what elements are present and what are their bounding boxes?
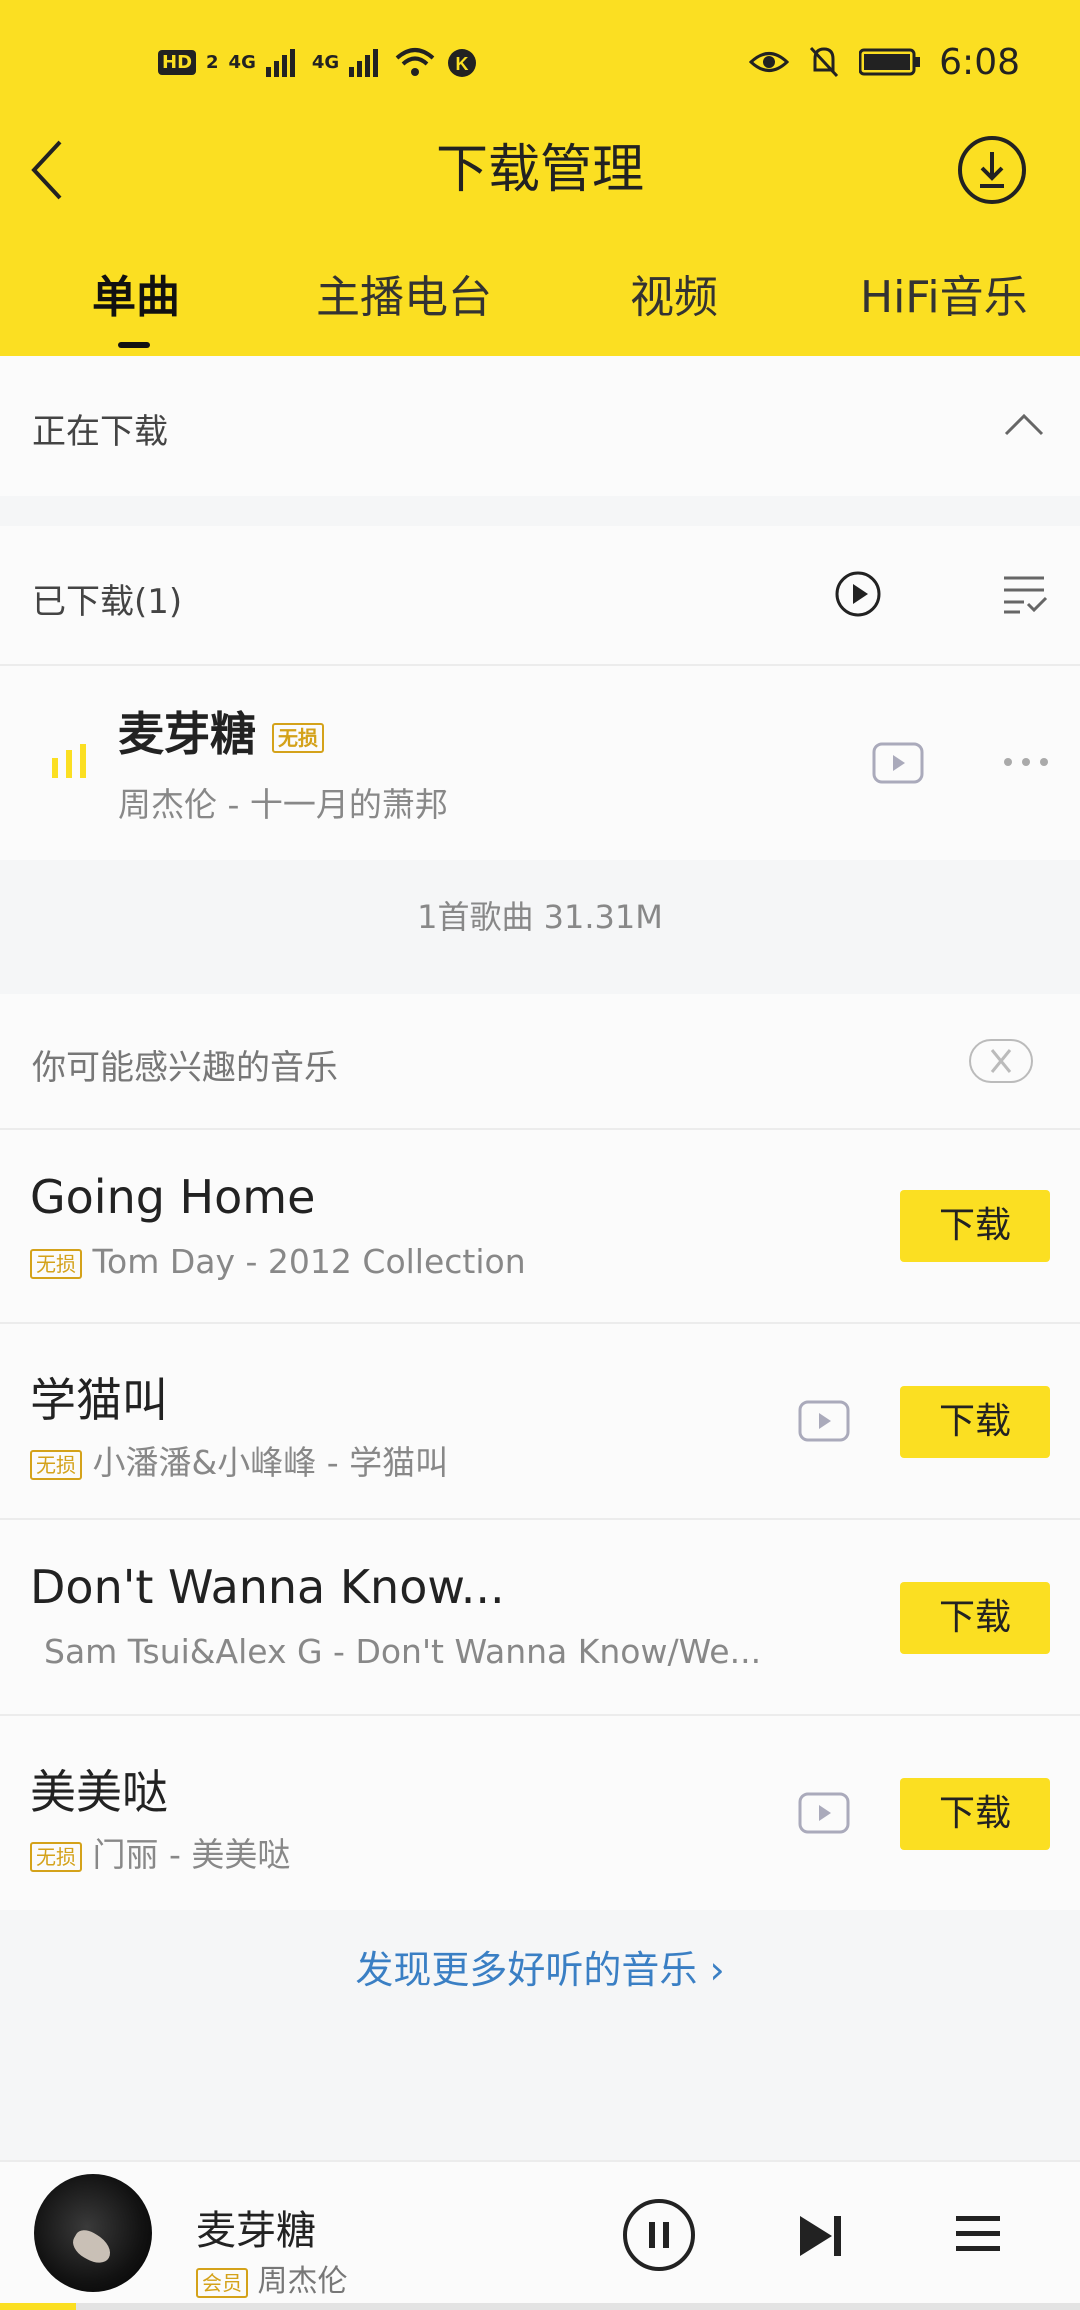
network-type-1: 4G: [228, 51, 256, 73]
signal-icon: [265, 49, 295, 77]
svg-text:K: K: [456, 54, 469, 74]
tab-indicator: [118, 342, 150, 348]
lossless-badge: 无损: [272, 722, 325, 753]
recommend-item[interactable]: Going Home 无损 Tom Day - 2012 Collection …: [0, 1130, 1080, 1322]
chevron-up-icon[interactable]: [1004, 412, 1044, 436]
chevron-right-icon: ›: [709, 1948, 725, 1992]
downloaded-label: 已下载(1): [32, 582, 183, 622]
mv-icon[interactable]: [798, 1400, 850, 1442]
recommend-label: 你可能感兴趣的音乐: [32, 1048, 338, 1088]
playback-progress[interactable]: [0, 2303, 1080, 2310]
lossless-badge: 无损: [30, 1248, 82, 1279]
player-title: 麦芽糖: [196, 2208, 316, 2254]
vip-badge: 会员: [196, 2267, 248, 2298]
recommend-item[interactable]: 学猫叫 无损 小潘潘&小峰峰 - 学猫叫 下载: [0, 1324, 1080, 1518]
recommend-item[interactable]: Don't Wanna Know... Sam Tsui&Alex G - Do…: [0, 1520, 1080, 1714]
close-icon[interactable]: [968, 1038, 1034, 1084]
sort-icon[interactable]: [1002, 572, 1048, 616]
song-subtitle: Sam Tsui&Alex G - Don't Wanna Know/We...: [44, 1632, 762, 1671]
lossless-badge: 无损: [30, 1449, 82, 1480]
downloaded-song-row[interactable]: 麦芽糖 无损 周杰伦 - 十一月的萧邦: [0, 666, 1080, 860]
wifi-icon: [395, 48, 435, 76]
lossless-badge: 无损: [30, 1841, 82, 1872]
downloading-label: 正在下载: [32, 412, 168, 452]
next-track-icon[interactable]: [798, 2214, 844, 2258]
downloaded-header: 已下载(1): [0, 526, 1080, 664]
recommend-item[interactable]: 美美哒 无损 门丽 - 美美哒 下载: [0, 1716, 1080, 1910]
song-subtitle: 周杰伦 - 十一月的萧邦: [118, 785, 448, 824]
mv-icon[interactable]: [872, 742, 924, 784]
page-title: 下载管理: [435, 140, 644, 200]
mv-icon[interactable]: [798, 1792, 850, 1834]
download-button[interactable]: 下载: [900, 1386, 1050, 1458]
clock: 6:08: [939, 41, 1020, 83]
eye-icon: [749, 52, 790, 72]
download-button[interactable]: 下载: [900, 1582, 1050, 1654]
more-icon[interactable]: [1002, 756, 1050, 768]
song-subtitle: 无损 小潘潘&小峰峰 - 学猫叫: [30, 1436, 448, 1484]
song-title: 学猫叫: [30, 1373, 168, 1427]
download-summary: 1首歌曲 31.31M: [417, 898, 663, 936]
status-right: 6:08: [749, 38, 1020, 86]
download-button[interactable]: 下载: [900, 1778, 1050, 1850]
playing-bars-icon: [52, 744, 86, 778]
tab-hifi[interactable]: HiFi音乐: [860, 258, 1028, 338]
tab-singles[interactable]: 单曲: [92, 258, 180, 338]
signal-icon-2: [349, 49, 379, 77]
song-title: 美美哒: [30, 1765, 168, 1819]
tab-radio[interactable]: 主播电台: [316, 258, 492, 338]
recommend-header: 你可能感兴趣的音乐: [0, 994, 1080, 1128]
song-subtitle: 无损 门丽 - 美美哒: [30, 1828, 290, 1876]
downloading-section[interactable]: 正在下载: [0, 356, 1080, 496]
sim-number: 2: [206, 51, 219, 73]
status-bar: HD 2 4G 4G K 6:08: [0, 0, 1080, 120]
tab-bar: 单曲 主播电台 视频 HiFi音乐: [0, 258, 1080, 348]
song-title: 麦芽糖 无损: [118, 698, 325, 764]
hd-icon: HD: [158, 49, 197, 75]
status-left: HD 2 4G 4G K: [158, 38, 479, 86]
battery-icon: [859, 48, 921, 76]
discover-more-link[interactable]: 发现更多好听的音乐 ›: [0, 1910, 1080, 2030]
app-notification-icon: K: [448, 49, 477, 77]
song-subtitle: 无损 Tom Day - 2012 Collection: [30, 1242, 526, 1281]
pause-icon[interactable]: [622, 2198, 696, 2272]
playback-progress-fill: [0, 2303, 76, 2310]
download-icon: [958, 136, 1026, 204]
play-all-icon[interactable]: [834, 570, 882, 618]
download-circle-button[interactable]: [956, 134, 1028, 206]
playlist-icon[interactable]: [956, 2214, 1000, 2254]
album-cover[interactable]: [34, 2174, 152, 2292]
mute-bell-icon: [810, 46, 839, 78]
network-type-2: 4G: [311, 51, 340, 73]
player-subtitle: 会员 周杰伦: [196, 2256, 348, 2300]
song-title: Don't Wanna Know...: [30, 1560, 505, 1614]
song-title: Going Home: [30, 1170, 316, 1224]
download-button[interactable]: 下载: [900, 1190, 1050, 1262]
mini-player[interactable]: 麦芽糖 会员 周杰伦: [0, 2160, 1080, 2310]
tab-video[interactable]: 视频: [630, 258, 718, 338]
app-header: HD 2 4G 4G K 6:08 下载管理 单曲 主播电台 视频 HiFi音乐: [0, 0, 1080, 356]
